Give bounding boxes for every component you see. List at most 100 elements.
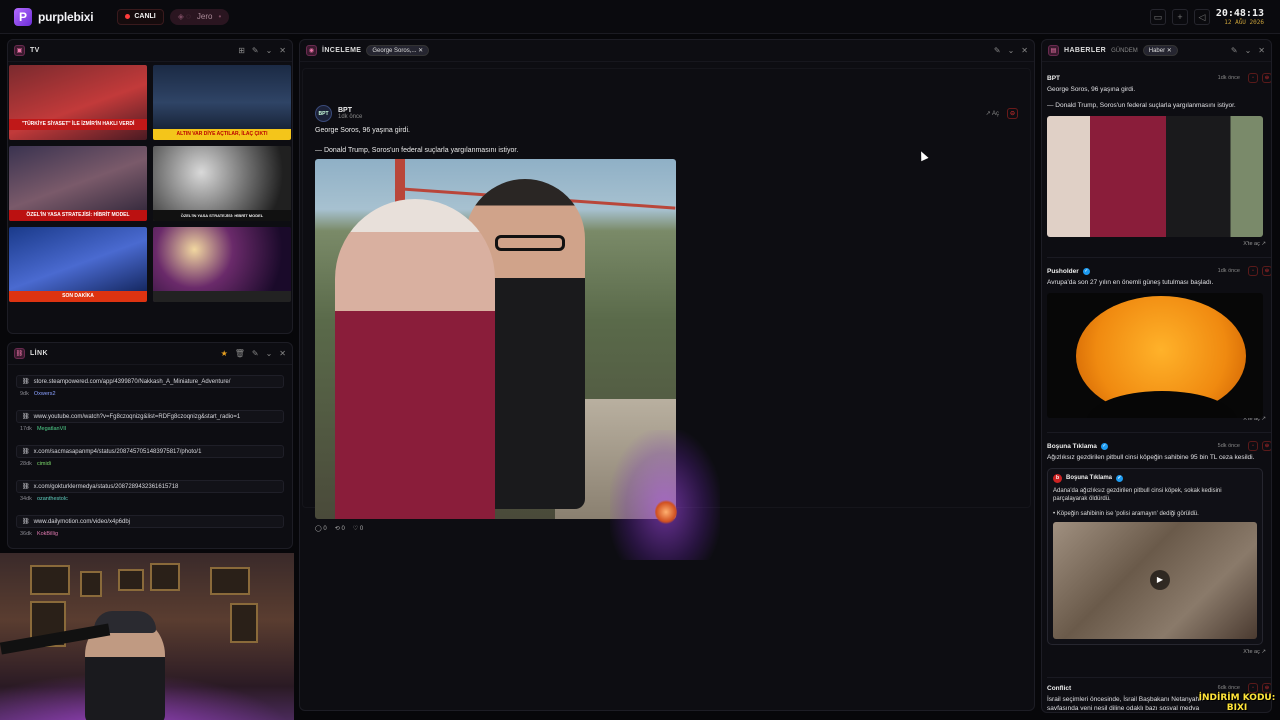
top-bar: P purplebixi CANLI ◈ ◌ Jero • ▭ + ◁ 20:4…	[0, 0, 1280, 34]
news-item[interactable]: BPT 1dk önce ▫ ⊖ George Soros, 96 yaşına …	[1047, 72, 1271, 258]
volume-icon[interactable]: ◁	[1194, 9, 1210, 25]
close-icon[interactable]: ✕	[1258, 46, 1265, 55]
tv-caption: ÖZEL'İN YASA STRATEJİSİ: HİBRİT MODEL	[9, 210, 147, 221]
post-time: 1dk önce	[338, 114, 363, 120]
news-item[interactable]: Pusholder ✓ 1dk önce ▫ ⊖ Avrupa'da son 27…	[1047, 265, 1271, 433]
link-time: 17dk	[20, 426, 32, 432]
quote-video[interactable]: ▶	[1053, 521, 1257, 639]
link-panel-header: ⛓ LİNK ★ 🗑 ✎ ⌄ ✕	[8, 343, 292, 365]
tv-thumbnail[interactable]	[153, 227, 291, 302]
tab-haber[interactable]: Haber ✕	[1142, 45, 1178, 56]
tab-gundem[interactable]: GÜNDEM	[1111, 48, 1138, 54]
search-tag-label: George Soros,...	[372, 48, 417, 54]
link-url: store.steampowered.com/app/4399870/Nakka…	[33, 378, 231, 385]
tv-icon: ▣	[14, 45, 25, 56]
link-item[interactable]: ⛓ store.steampowered.com/app/4399870/Nakk…	[16, 375, 284, 404]
open-on-x-label: X'te aç	[1243, 648, 1260, 655]
logo-icon: P	[14, 7, 32, 26]
search-tag[interactable]: George Soros,... ✕	[366, 45, 430, 56]
inceleme-panel: ◉ İNCELEME George Soros,... ✕ ✎ ⌄ ✕ BPT …	[299, 39, 1035, 711]
news-image[interactable]	[1047, 292, 1263, 418]
news-author[interactable]: BPT	[1047, 75, 1060, 82]
tv-thumbnail[interactable]: ÖZEL'İN YASA STRATEJİSİ: HİBRİT MODEL	[153, 146, 291, 221]
news-image[interactable]	[1047, 115, 1263, 237]
remove-icon[interactable]: ⊖	[1262, 266, 1271, 276]
user-pill[interactable]: ◈ ◌ Jero •	[169, 8, 230, 25]
tv-thumbnail[interactable]: "TÜRKİYE SİYASET" İLE İZMİR'İN HAKLI VER…	[9, 65, 147, 140]
remove-icon[interactable]: ⊖	[1007, 108, 1018, 119]
live-button[interactable]: CANLI	[117, 8, 164, 25]
verified-icon: ✓	[1082, 267, 1090, 275]
pin-icon[interactable]: ▫	[1248, 266, 1258, 276]
tv-caption: "TÜRKİYE SİYASET" İLE İZMİR'İN HAKLI VER…	[9, 119, 147, 130]
link-time: 36dk	[20, 531, 32, 537]
status-dot-icon: •	[218, 12, 222, 21]
haberler-panel-header: ▤ HABERLER GÜNDEM Haber ✕ ✎ ⌄ ✕	[1042, 40, 1271, 62]
remove-icon[interactable]: ⊖	[1262, 441, 1271, 451]
clock: 20:48:13 12 AĞU 2026	[1216, 8, 1264, 26]
edit-icon[interactable]: ✎	[252, 46, 259, 55]
add-icon[interactable]: +	[1172, 9, 1188, 25]
pin-icon[interactable]: ▫	[1248, 73, 1258, 83]
edit-icon[interactable]: ✎	[994, 46, 1001, 55]
news-author[interactable]: Boşuna Tıklama	[1047, 443, 1097, 450]
play-icon[interactable]: ▶	[1150, 569, 1170, 590]
chevron-down-icon[interactable]: ⌄	[266, 46, 273, 55]
news-text: Ağızlıksız gezdirilen pitbull cinsi köpe…	[1047, 454, 1255, 461]
clock-date: 12 AĞU 2026	[1224, 19, 1264, 26]
link-url: x.com/sacmasapanmp4/status/2087457051483…	[33, 448, 202, 455]
app-logo[interactable]: P purplebixi	[14, 7, 94, 26]
tv-thumbnail[interactable]: ALTIN VAR DİYE AÇTILAR, İLAÇ ÇIKTI	[153, 65, 291, 140]
open-on-x-link[interactable]: X'te aç ↗	[1047, 648, 1271, 655]
grid-icon[interactable]: ⊞	[238, 46, 245, 55]
logo-text: purplebixi	[38, 9, 94, 24]
chevron-down-icon[interactable]: ⌄	[1245, 46, 1252, 55]
news-author[interactable]: Conflict	[1047, 685, 1071, 692]
link-item[interactable]: ⛓ x.com/sacmasapanmp4/status/208745705148…	[16, 445, 284, 474]
link-user: KokBillig	[36, 531, 59, 537]
like-value: 0	[359, 526, 364, 532]
close-icon[interactable]: ✕	[279, 349, 286, 358]
tab-haber-label: Haber	[1148, 48, 1166, 54]
reply-count[interactable]: ◯ 0	[315, 525, 327, 532]
chevron-down-icon[interactable]: ⌄	[266, 349, 273, 358]
news-author[interactable]: Pusholder	[1047, 268, 1079, 275]
remove-icon[interactable]: ⊖	[1262, 683, 1271, 693]
inceleme-panel-title: İNCELEME	[322, 47, 362, 54]
tag-close-icon[interactable]: ✕	[418, 48, 423, 54]
edit-icon[interactable]: ✎	[252, 349, 259, 358]
tv-thumbnail[interactable]: ÖZEL'İN YASA STRATEJİSİ: HİBRİT MODEL	[9, 146, 147, 221]
pin-icon[interactable]: ▫	[1248, 683, 1258, 693]
tv-thumbnail[interactable]: SON DAKİKA	[9, 227, 147, 302]
quoted-post[interactable]: b Boşuna Tıklama ✓ Adana'da ağızlıksız gez…	[1047, 467, 1263, 645]
link-item[interactable]: ⛓ www.youtube.com/watch?v=Fg8czoqnizg&lis…	[16, 410, 284, 439]
news-time: 1dk önce	[1217, 268, 1240, 274]
pin-icon[interactable]: ▫	[1248, 441, 1258, 451]
layout-icon[interactable]: ▭	[1150, 9, 1166, 25]
link-item[interactable]: ⛓ x.com/gokturklermedya/status/2087289432…	[16, 480, 284, 509]
post-avatar: BPT	[315, 105, 332, 122]
chevron-down-icon[interactable]: ⌄	[1008, 46, 1015, 55]
close-icon[interactable]: ✕	[1021, 46, 1028, 55]
remove-icon[interactable]: ⊖	[1262, 73, 1271, 83]
close-icon[interactable]: ✕	[279, 46, 286, 55]
repost-count[interactable]: ⟲ 0	[335, 525, 345, 532]
like-count[interactable]: ♡ 0	[353, 525, 363, 532]
edit-icon[interactable]: ✎	[1231, 46, 1238, 55]
tv-panel-header: ▣ TV ⊞ ✎ ⌄ ✕	[8, 40, 292, 62]
tv-caption	[153, 291, 291, 302]
link-item[interactable]: ⛓ www.dailymotion.com/video/x4p6dbj 36dk K…	[16, 515, 284, 544]
open-on-x-label: X'te aç	[1243, 240, 1260, 247]
news-icon: ▤	[1048, 45, 1059, 56]
clock-time: 20:48:13	[1215, 8, 1264, 19]
post-author[interactable]: BPT	[338, 107, 362, 114]
link-icon: ⛓	[22, 414, 30, 420]
tv-panel-title: TV	[30, 47, 40, 54]
news-item[interactable]: Boşuna Tıklama ✓ 5dk önce ▫ ⊖ Ağızlıksız …	[1047, 440, 1271, 678]
webcam-overlay	[0, 553, 294, 720]
open-on-x-link[interactable]: X'te aç ↗	[1047, 240, 1271, 247]
stream-overlay-glow	[610, 430, 720, 560]
star-icon[interactable]: ★	[221, 349, 228, 358]
trash-icon[interactable]: 🗑	[235, 349, 245, 358]
open-link[interactable]: ↗ Aç	[986, 110, 999, 117]
